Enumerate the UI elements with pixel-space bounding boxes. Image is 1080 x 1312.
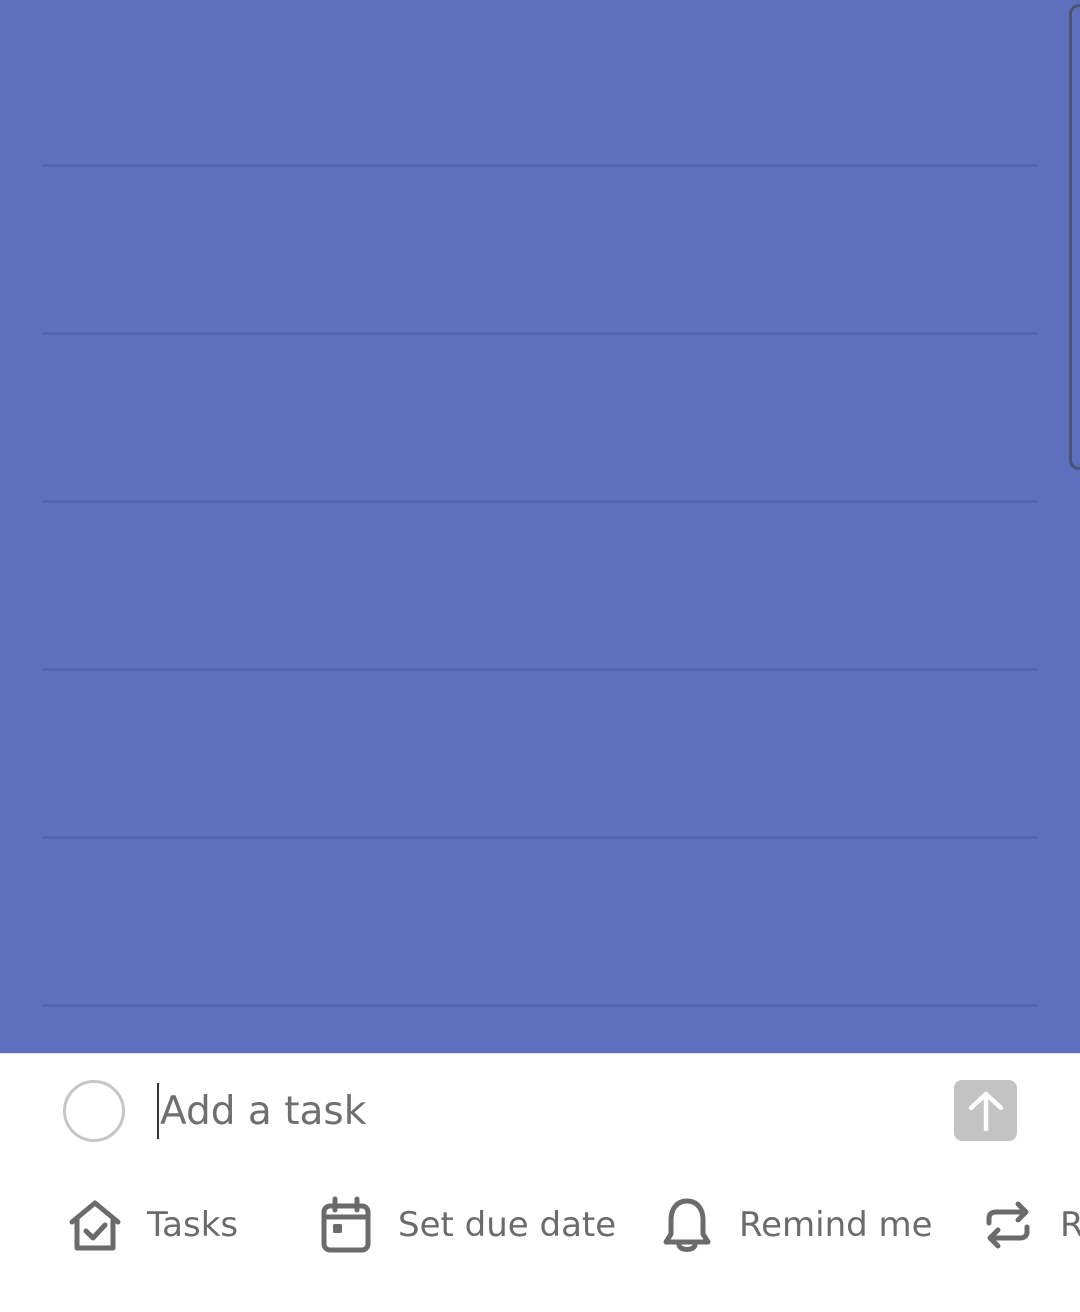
ruled-line — [42, 332, 1038, 335]
toolbar-tasks-label: Tasks — [147, 1205, 239, 1245]
task-list-background — [0, 0, 1080, 1053]
ruled-line — [42, 668, 1038, 671]
ruled-line — [42, 500, 1038, 503]
arrow-up-icon — [968, 1091, 1003, 1131]
text-caret — [157, 1083, 159, 1139]
repeat-label: R — [1060, 1205, 1080, 1245]
calendar-icon — [316, 1195, 376, 1255]
scrollbar-thumb[interactable] — [1069, 4, 1080, 470]
repeat-icon — [978, 1195, 1038, 1255]
add-task-input[interactable] — [156, 1082, 920, 1140]
repeat-button[interactable]: R — [978, 1190, 1080, 1260]
bell-icon — [657, 1195, 717, 1255]
ruled-line — [42, 836, 1038, 839]
remind-me-label: Remind me — [739, 1205, 933, 1245]
ruled-line — [42, 164, 1038, 167]
house-check-icon — [65, 1195, 125, 1255]
complete-task-circle[interactable] — [63, 1080, 125, 1142]
remind-me-button[interactable]: Remind me — [657, 1190, 933, 1260]
toolbar-tasks-button[interactable]: Tasks — [65, 1190, 238, 1260]
set-due-date-button[interactable]: Set due date — [316, 1190, 616, 1260]
ruled-line — [42, 1004, 1038, 1007]
add-task-send-button[interactable] — [954, 1080, 1017, 1141]
set-due-date-label: Set due date — [398, 1205, 617, 1245]
